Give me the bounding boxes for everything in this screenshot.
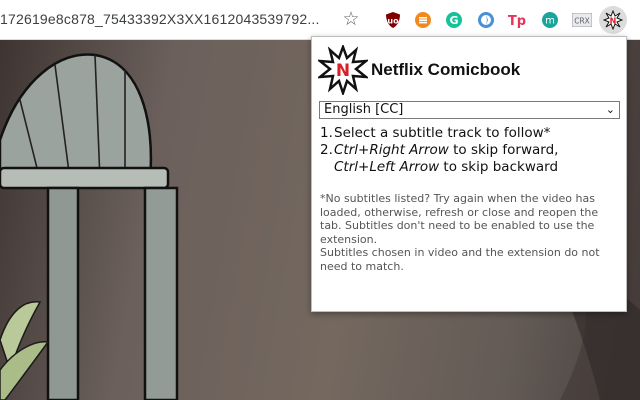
- blue-circle-extension-icon[interactable]: [475, 9, 497, 31]
- svg-text:Tp: Tp: [508, 14, 526, 29]
- instructions-list: 1. Select a subtitle track to follow* 2.…: [320, 125, 620, 176]
- grammarly-icon[interactable]: G: [443, 9, 465, 31]
- svg-text:m: m: [545, 16, 555, 27]
- shortcut-forward: Ctrl+Right Arrow: [334, 142, 449, 158]
- netflix-comicbook-logo-icon: N: [318, 45, 368, 95]
- address-bar-url[interactable]: 172619e8c878_75433392X3XX1612043539792..…: [0, 11, 330, 29]
- tp-extension-icon[interactable]: Tp: [506, 9, 528, 31]
- subtitle-track-select[interactable]: English [CC] ⌄: [319, 101, 620, 119]
- browser-toolbar: 172619e8c878_75433392X3XX1612043539792..…: [0, 0, 640, 40]
- orange-gear-extension-icon[interactable]: [412, 9, 434, 31]
- popup-title: Netflix Comicbook: [371, 60, 521, 79]
- step1-text: Select a subtitle track to follow*: [334, 125, 551, 141]
- instruction-step: 1. Select a subtitle track to follow*: [320, 125, 551, 141]
- footnote-line2: Subtitles chosen in video and the extens…: [320, 246, 600, 273]
- netflix-comicbook-extension-icon[interactable]: N: [599, 6, 627, 34]
- svg-text:CRX: CRX: [574, 17, 590, 26]
- subtitle-track-selected: English [CC]: [324, 102, 404, 117]
- svg-text:uo: uo: [387, 17, 399, 26]
- extension-popup: N Netflix Comicbook English [CC] ⌄ 1. Se…: [311, 36, 627, 312]
- footnote-line1: *No subtitles listed? Try again when the…: [320, 192, 599, 246]
- popup-header: N Netflix Comicbook: [318, 45, 618, 95]
- shortcut-backward: Ctrl+Left Arrow: [334, 159, 440, 175]
- crx-extension-icon[interactable]: CRX: [571, 9, 593, 31]
- bookmark-star-icon[interactable]: ☆: [340, 9, 362, 31]
- ublock-origin-icon[interactable]: uo: [382, 9, 404, 31]
- svg-text:N: N: [610, 17, 617, 26]
- instruction-step: 2. Ctrl+Right Arrow to skip forward, Ctr…: [320, 142, 559, 175]
- svg-text:G: G: [449, 14, 458, 27]
- chevron-down-icon: ⌄: [605, 103, 615, 116]
- footnote: *No subtitles listed? Try again when the…: [320, 192, 622, 273]
- svg-text:N: N: [336, 61, 350, 81]
- mendeley-icon[interactable]: m: [539, 9, 561, 31]
